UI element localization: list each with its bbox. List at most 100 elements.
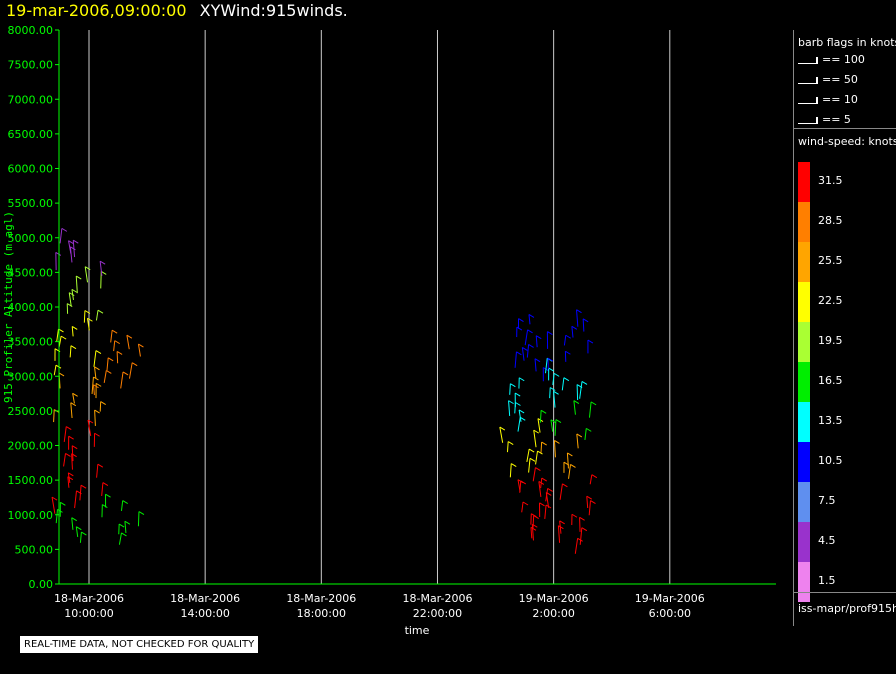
wind-barb-flag [73, 239, 79, 244]
wind-barb [118, 532, 122, 545]
wind-barb-flag [510, 383, 516, 388]
wind-barb-flag [107, 357, 114, 362]
wind-barb [559, 520, 562, 534]
speed-label: 22.5 [818, 294, 843, 307]
barb-legend-title: barb flags in knots [798, 36, 896, 49]
wind-barb-flag [554, 439, 560, 444]
y-axis-label: 915 Profiler Altitude (m agl) [2, 211, 15, 403]
wind-barb-flag [518, 318, 524, 322]
wind-barb-flag [102, 504, 108, 508]
wind-barb [69, 246, 73, 263]
wind-barb-flag [540, 409, 547, 414]
wind-barb [55, 509, 58, 524]
wind-barb-flag [95, 350, 102, 354]
x-tick-date: 19-Mar-2006 [519, 592, 589, 605]
wind-barb-flag [70, 345, 77, 350]
wind-barb-flag [76, 275, 82, 280]
wind-barb-flag [60, 501, 66, 506]
wind-barb [84, 266, 89, 283]
speed-swatch [798, 322, 810, 362]
wind-barb-flag [567, 452, 573, 457]
barb-icon [798, 96, 818, 104]
wind-barb-flag [581, 527, 588, 532]
wind-barb-flag [122, 371, 129, 376]
wind-barb [506, 441, 509, 453]
wind-barb [571, 326, 574, 338]
wind-barb-flag [535, 467, 541, 472]
wind-barb-flag [105, 493, 111, 498]
speed-swatch [798, 362, 810, 402]
wind-barb-flag [71, 445, 78, 450]
wind-barb-flag [131, 362, 138, 367]
wind-barb-flag [558, 525, 564, 530]
wind-barb [53, 409, 55, 423]
wind-barb-flag [118, 523, 125, 528]
x-tick-time: 18:00:00 [297, 607, 346, 620]
speed-label: 25.5 [818, 254, 843, 267]
wind-barb [576, 384, 579, 400]
wind-barb [586, 496, 589, 509]
wind-barb [537, 418, 541, 433]
wind-barb-flag [65, 426, 72, 430]
wind-barb [137, 511, 140, 527]
wind-barb [79, 532, 82, 543]
wind-barb [573, 400, 576, 415]
barb-icon [798, 56, 818, 64]
wind-barb [56, 328, 59, 342]
wind-barb [540, 441, 543, 454]
x-tick-date: 18-Mar-2006 [402, 592, 472, 605]
speed-label: 19.5 [818, 334, 843, 347]
wind-barb [549, 387, 551, 399]
wind-barb [58, 336, 62, 347]
wind-barb [509, 383, 511, 395]
wind-barb-flag [563, 377, 570, 382]
wind-barb [576, 309, 579, 327]
wind-barb [71, 326, 74, 337]
speed-label: 1.5 [818, 574, 836, 587]
x-tick-date: 19-Mar-2006 [635, 592, 705, 605]
wind-barb-flag [124, 520, 131, 525]
speed-label: 4.5 [818, 534, 836, 547]
wind-barb-flag [68, 435, 74, 440]
wind-barb-flag [537, 450, 543, 455]
wind-barb-flag [581, 381, 588, 385]
wind-barb-flag [65, 452, 71, 457]
barb-legend-label: == 10 [822, 93, 858, 106]
wind-barb-flag [535, 335, 542, 340]
wind-barb [126, 335, 130, 350]
x-tick-time: 22:00:00 [413, 607, 462, 620]
wind-barb [588, 401, 592, 418]
wind-barb [535, 451, 538, 465]
wind-barb-flag [81, 531, 87, 536]
wind-barb [103, 370, 107, 383]
wind-barb-flag [516, 351, 522, 356]
wind-barb [574, 538, 579, 554]
wind-barb-flag [518, 377, 525, 382]
wind-barb [530, 527, 533, 539]
wind-barb [95, 310, 99, 321]
wind-barb [79, 485, 82, 501]
barb-legend-row: == 5 [798, 113, 851, 126]
wind-barb [94, 410, 96, 426]
wind-barb-flag [591, 474, 598, 479]
wind-barb-flag [541, 477, 548, 482]
x-ticks: 18-Mar-2006 10:00:00 18-Mar-2006 14:00:00 18… [54, 592, 705, 620]
x-tick-time: 2:00:00 [532, 607, 574, 620]
y-tick-label: 500.00 [15, 543, 54, 556]
wind-barb-flag [529, 457, 536, 462]
wind-barb-flag [121, 532, 127, 537]
wind-barb-flag [590, 500, 596, 504]
wind-barb-flag [100, 401, 106, 405]
x-tick-date: 18-Mar-2006 [54, 592, 124, 605]
legend-divider [794, 592, 896, 593]
wind-barb [566, 452, 569, 469]
barb-legend-label: == 100 [822, 53, 865, 66]
wind-barb-flag [116, 351, 123, 355]
wind-barb-flag [507, 441, 514, 445]
x-tick-date: 18-Mar-2006 [170, 592, 240, 605]
speed-swatch [798, 482, 810, 522]
wind-barb [509, 463, 512, 478]
wind-barb [94, 366, 97, 379]
wind-barb [93, 350, 97, 367]
wind-barb [563, 335, 567, 346]
